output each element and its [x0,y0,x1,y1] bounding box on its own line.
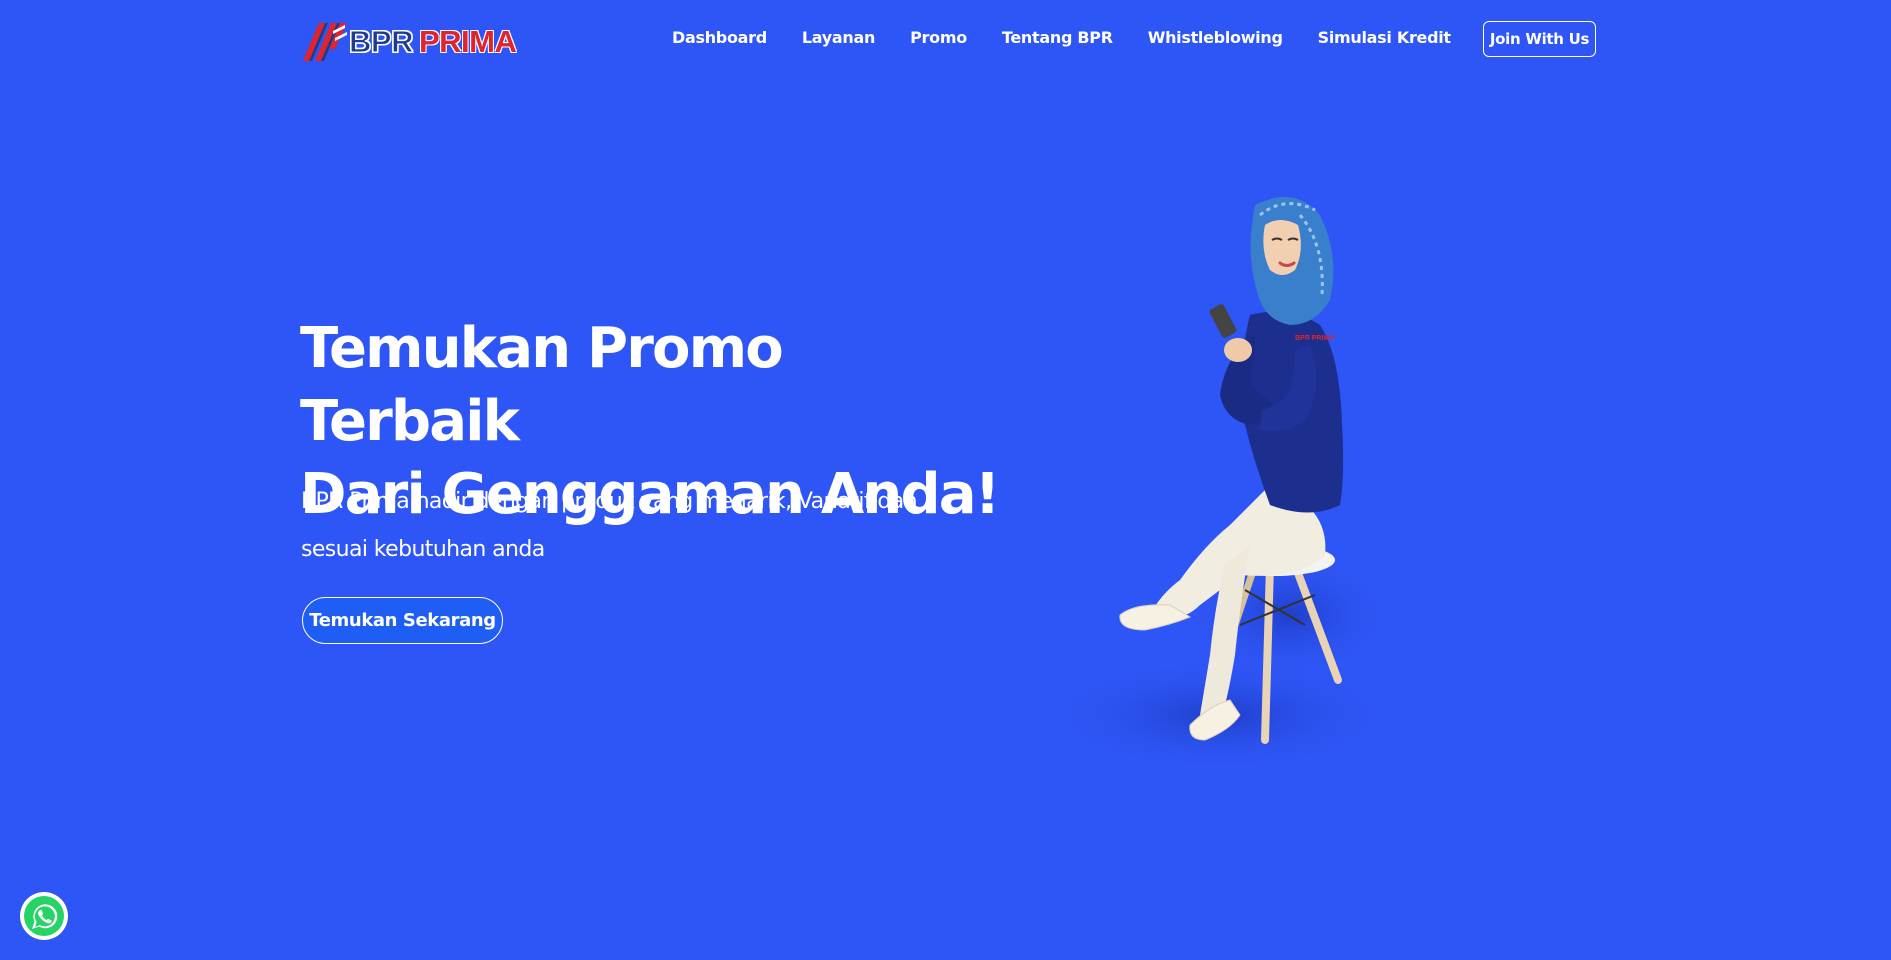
hero-description-line-1: BPR Prima hadir dengan produk yang menar… [301,489,918,514]
logo-wordmark: BPR PRIMA [349,23,517,59]
nav-link-whistleblowing[interactable]: Whistleblowing [1148,28,1283,47]
nav-link-tentang-bpr[interactable]: Tentang BPR [1002,28,1113,47]
shirt-logo-text: BPR PRIMA [1295,335,1334,342]
join-with-us-button[interactable]: Join With Us [1483,21,1596,57]
hero-title-line-1: Temukan Promo Terbaik [300,316,784,454]
hero-woman-with-phone-image: BPR PRIMA [1050,197,1390,770]
hero-description-line-2: sesuai kebutuhan anda [301,537,545,562]
site-header: BPR PRIMA Dashboard Layanan Promo Tentan… [0,0,1891,80]
nav-link-layanan[interactable]: Layanan [802,28,876,47]
nav-link-simulasi-kredit[interactable]: Simulasi Kredit [1318,28,1451,47]
main-nav: Dashboard Layanan Promo Tentang BPR Whis… [672,28,1486,47]
temukan-sekarang-button[interactable]: Temukan Sekarang [302,597,503,644]
hero-description: BPR Prima hadir dengan produk yang menar… [301,478,961,574]
nav-link-promo[interactable]: Promo [910,28,967,47]
bpr-prima-logo[interactable]: BPR PRIMA [301,19,523,63]
nav-link-dashboard[interactable]: Dashboard [672,28,767,47]
logo-text-prima: PRIMA [418,23,517,59]
whatsapp-icon[interactable] [19,891,69,941]
bpr-prima-logo-icon [303,23,347,61]
logo-text-bpr: BPR [349,23,414,59]
